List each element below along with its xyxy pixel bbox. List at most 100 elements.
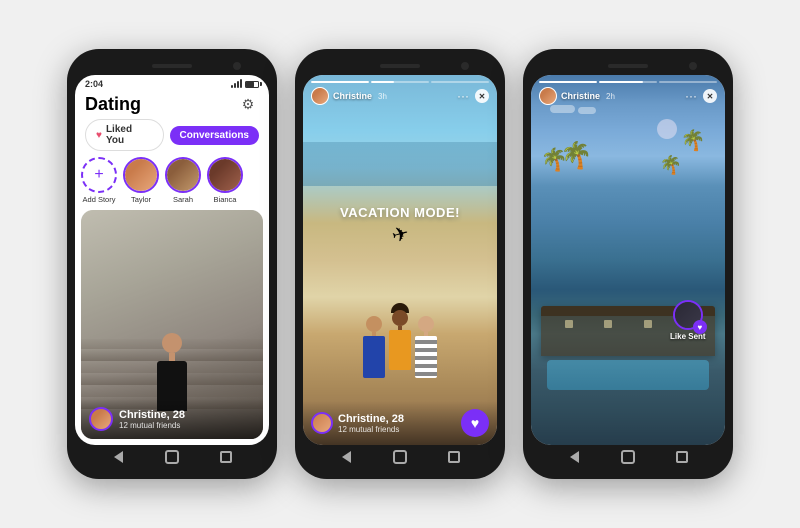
vacation-text-overlay: VACATION MODE! ✈ <box>340 205 460 248</box>
signal-icon <box>231 80 242 88</box>
liked-you-tab[interactable]: ♥ Liked You <box>85 119 164 151</box>
back-icon <box>114 451 123 463</box>
profile-info-overlay: Christine, 28 12 mutual friends <box>81 399 263 439</box>
speaker-3 <box>608 64 648 68</box>
back-button-3[interactable] <box>565 448 583 466</box>
story-3-top-bar: Christine 2h ··· ✕ <box>531 75 725 107</box>
phone-2-screen: Christine 3h ··· ✕ VACATION MODE! ✈ <box>303 75 497 445</box>
like-sent-badge: ♥ Like Sent <box>670 300 706 341</box>
story-user-avatar <box>311 87 329 105</box>
close-icon: ✕ <box>479 92 486 101</box>
close-icon-3: ✕ <box>707 92 714 101</box>
taylor-avatar[interactable] <box>123 157 159 193</box>
time-label: 2:04 <box>85 79 103 89</box>
heart-icon: ♥ <box>471 415 479 431</box>
recent-button-3[interactable] <box>673 448 691 466</box>
prog-bar-3 <box>659 81 717 83</box>
prog-bar-1 <box>539 81 597 83</box>
person-3 <box>415 316 437 378</box>
stories-row: + Add Story Taylor Sarah Bianc <box>75 157 269 210</box>
battery-icon <box>245 81 259 88</box>
story-top-icons: ··· ✕ <box>457 89 489 103</box>
home-icon-3 <box>621 450 635 464</box>
settings-button[interactable]: ⚙ <box>237 93 259 115</box>
back-button-2[interactable] <box>337 448 355 466</box>
story-taylor[interactable]: Taylor <box>123 157 159 204</box>
recent-icon-3 <box>676 451 688 463</box>
camera <box>233 62 241 70</box>
back-icon-2 <box>342 451 351 463</box>
person-1 <box>363 316 385 378</box>
person-2 <box>389 303 411 370</box>
story-2-bottom: Christine, 28 12 mutual friends ♥ <box>303 401 497 445</box>
recent-icon-2 <box>448 451 460 463</box>
vacation-mode-text: VACATION MODE! <box>340 205 460 221</box>
phone-2-top <box>303 59 497 73</box>
more-options-icon[interactable]: ··· <box>457 89 469 103</box>
story-sarah[interactable]: Sarah <box>165 157 201 204</box>
recent-icon <box>220 451 232 463</box>
story-profile-name: Christine, 28 <box>338 413 404 425</box>
recent-button[interactable] <box>217 448 235 466</box>
home-button-2[interactable] <box>391 448 409 466</box>
like-button[interactable]: ♥ <box>461 409 489 437</box>
camera-2 <box>461 62 469 70</box>
palm-tree-4: 🌴 <box>660 156 682 174</box>
tabs-row: ♥ Liked You Conversations <box>75 119 269 157</box>
speaker-2 <box>380 64 420 68</box>
heart-icon-small: ♥ <box>697 323 702 332</box>
story-people <box>363 303 437 378</box>
add-story-item[interactable]: + Add Story <box>81 157 117 204</box>
story-profile-row: Christine, 28 12 mutual friends <box>311 412 404 434</box>
phone-3-nav <box>531 445 725 469</box>
heart-icon: ♥ <box>96 130 102 141</box>
story-3-user-info: Christine 2h <box>539 87 615 105</box>
story-bianca[interactable]: Bianca <box>207 157 243 204</box>
add-story-label: Add Story <box>83 195 116 204</box>
bianca-avatar[interactable] <box>207 157 243 193</box>
recent-button-2[interactable] <box>445 448 463 466</box>
story-screen: Christine 3h ··· ✕ VACATION MODE! ✈ <box>303 75 497 445</box>
sarah-avatar[interactable] <box>165 157 201 193</box>
progress-bar-3 <box>431 81 489 83</box>
palm-tree-2: 🌴 <box>560 142 592 168</box>
more-options-icon-3[interactable]: ··· <box>685 89 697 103</box>
home-button-3[interactable] <box>619 448 637 466</box>
phone-1: 2:04 Dating ⚙ ♥ <box>67 49 277 479</box>
profile-text: Christine, 28 12 mutual friends <box>119 409 185 430</box>
story-header-row: Christine 3h ··· ✕ <box>311 87 489 105</box>
home-button[interactable] <box>163 448 181 466</box>
phone-3-top <box>531 59 725 73</box>
phone-1-nav <box>75 445 269 469</box>
close-story-button[interactable]: ✕ <box>475 89 489 103</box>
sarah-label: Sarah <box>173 195 193 204</box>
phone-1-top <box>75 59 269 73</box>
profile-name: Christine, 28 <box>119 409 185 421</box>
taylor-label: Taylor <box>131 195 151 204</box>
moon-decoration <box>657 119 677 139</box>
prog-bar-2 <box>599 81 657 83</box>
phone-1-screen: 2:04 Dating ⚙ ♥ <box>75 75 269 445</box>
close-story-button-3[interactable]: ✕ <box>703 89 717 103</box>
status-bar: 2:04 <box>75 75 269 91</box>
progress-bar-1 <box>311 81 369 83</box>
home-icon-2 <box>393 450 407 464</box>
story-3-screen: 🌴 🌴 🌴 🌴 <box>531 75 725 445</box>
airplane-emoji: ✈ <box>389 220 412 248</box>
conversations-tab[interactable]: Conversations <box>170 126 259 145</box>
plus-icon: + <box>94 166 103 184</box>
progress-bars <box>311 81 489 83</box>
story-3-top-icons: ··· ✕ <box>685 89 717 103</box>
add-story-button[interactable]: + <box>81 157 117 193</box>
pool <box>547 360 710 390</box>
app-title: Dating <box>85 94 141 115</box>
camera-3 <box>689 62 697 70</box>
back-button[interactable] <box>109 448 127 466</box>
palm-tree-right: 🌴 <box>681 131 706 151</box>
phone-2: Christine 3h ··· ✕ VACATION MODE! ✈ <box>295 49 505 479</box>
phone-2-nav <box>303 445 497 469</box>
gear-icon: ⚙ <box>242 96 255 113</box>
story-time: 3h <box>378 92 387 101</box>
profile-card[interactable]: Christine, 28 12 mutual friends <box>81 210 263 439</box>
phone-3-screen: 🌴 🌴 🌴 🌴 <box>531 75 725 445</box>
